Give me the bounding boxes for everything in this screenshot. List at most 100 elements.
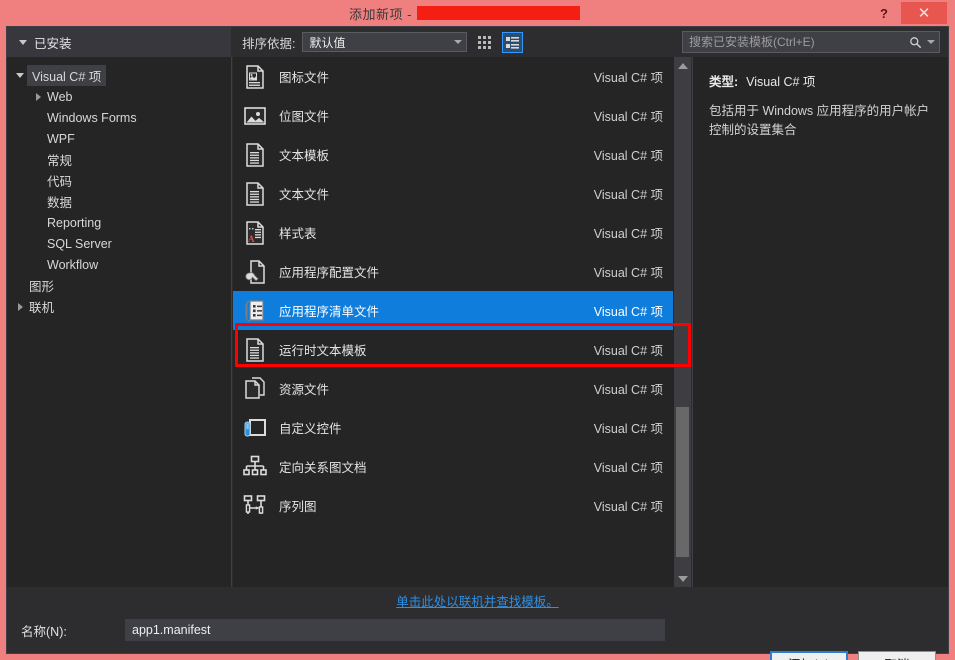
detail-type-value: Visual C# 项: [746, 75, 816, 89]
template-list-item[interactable]: 文本文件 Visual C# 项: [233, 174, 673, 213]
text-file-icon: [246, 181, 264, 206]
search-box[interactable]: [682, 31, 940, 53]
template-list-item[interactable]: 资源文件 Visual C# 项: [233, 369, 673, 408]
chevron-down-icon: [19, 39, 27, 45]
cancel-button[interactable]: 取消: [858, 650, 936, 660]
installed-header-label: 已安装: [34, 36, 72, 51]
scroll-up-button[interactable]: [674, 57, 691, 74]
template-item-name: 序列图: [279, 500, 317, 514]
template-item-category: Visual C# 项: [593, 461, 663, 475]
tree-node-1[interactable]: Web: [7, 86, 231, 107]
title-redaction-block: [416, 6, 580, 20]
tree-twisty-collapsed[interactable]: [31, 92, 45, 101]
chevron-down-icon: [454, 40, 463, 44]
tree-node-5[interactable]: 代码: [7, 170, 231, 191]
sort-by-value: 默认值: [309, 35, 346, 50]
tree-node-label: Reporting: [47, 215, 102, 230]
sort-area: 排序依据: 默认值: [232, 27, 682, 57]
template-list[interactable]: 图标文件 Visual C# 项 位图文件 Visual C# 项 文本模板 Visu…: [233, 57, 673, 587]
list-view-button[interactable]: [502, 31, 524, 53]
text-file-icon: [241, 180, 269, 208]
tree-node-7[interactable]: Reporting: [7, 212, 231, 233]
template-item-category: Visual C# 项: [593, 266, 663, 280]
tree-node-label: Visual C# 项: [27, 65, 107, 86]
search-input[interactable]: [689, 35, 905, 49]
chevron-down-icon: [677, 575, 688, 582]
template-item-category: Visual C# 项: [593, 227, 663, 241]
template-list-item[interactable]: 序列图 Visual C# 项: [233, 486, 673, 525]
sort-by-label: 排序依据:: [242, 36, 296, 51]
template-list-item[interactable]: 文本模板 Visual C# 项: [233, 135, 673, 174]
tree-node-label: SQL Server: [47, 236, 112, 251]
template-item-category: Visual C# 项: [593, 149, 663, 163]
resource-file-icon: [241, 375, 269, 403]
add-button[interactable]: 添加(A): [770, 650, 848, 660]
template-item-name: 样式表: [279, 227, 317, 241]
toolbar-row: 已安装 排序依据: 默认值: [7, 27, 948, 57]
detail-type-label: 类型:: [709, 75, 739, 89]
tree-node-label: Workflow: [47, 257, 99, 272]
template-item-category: Visual C# 项: [593, 344, 663, 358]
detail-type-row: 类型: Visual C# 项: [709, 71, 934, 90]
icon-file-icon: [241, 63, 269, 91]
name-field-label: 名称(N):: [21, 624, 67, 639]
runtime-text-template-icon: [241, 336, 269, 364]
template-list-item[interactable]: 位图文件 Visual C# 项: [233, 96, 673, 135]
tree-node-9[interactable]: Workflow: [7, 254, 231, 275]
chevron-down-icon[interactable]: [927, 40, 935, 44]
tree-twisty-collapsed[interactable]: [13, 302, 27, 311]
tree-node-label: 图形: [29, 280, 55, 294]
template-item-name: 定向关系图文档: [279, 461, 367, 475]
template-item-name: 自定义控件: [279, 422, 342, 436]
window-title-text: 添加新项 -: [349, 6, 412, 22]
tree-node-2[interactable]: Windows Forms: [7, 107, 231, 128]
grid-view-button[interactable]: [474, 32, 495, 53]
app-manifest-file-icon: [245, 299, 264, 321]
template-list-item[interactable]: 运行时文本模板 Visual C# 项: [233, 330, 673, 369]
template-item-name: 应用程序清单文件: [279, 305, 380, 319]
close-button[interactable]: ✕: [901, 2, 947, 24]
tree-node-0[interactable]: Visual C# 项: [7, 65, 231, 86]
find-templates-online-link[interactable]: 单击此处以联机并查找模板。: [396, 591, 559, 610]
category-tree[interactable]: Visual C# 项 Web Windows Forms WPF 常规代码数据 Repo…: [7, 57, 232, 587]
template-list-pane: 图标文件 Visual C# 项 位图文件 Visual C# 项 文本模板 Visu…: [233, 57, 691, 587]
tree-node-label: 代码: [47, 175, 73, 189]
template-list-item[interactable]: 自定义控件 Visual C# 项: [233, 408, 673, 447]
resource-file-icon: [245, 376, 265, 399]
detail-description: 包括用于 Windows 应用程序的用户帐户控制的设置集合: [709, 104, 930, 137]
app-config-file-icon: [245, 259, 265, 284]
template-item-category: Visual C# 项: [593, 383, 663, 397]
template-item-name: 资源文件: [279, 383, 330, 397]
help-button[interactable]: ?: [869, 2, 899, 24]
template-list-item[interactable]: 定向关系图文档 Visual C# 项: [233, 447, 673, 486]
template-item-name: 图标文件: [279, 71, 330, 85]
name-input[interactable]: [125, 619, 665, 641]
tree-twisty-expanded[interactable]: [13, 73, 27, 78]
template-list-item[interactable]: 图标文件 Visual C# 项: [233, 57, 673, 96]
template-item-name: 应用程序配置文件: [279, 266, 380, 280]
custom-control-icon: [244, 418, 266, 436]
template-list-item[interactable]: 应用程序配置文件 Visual C# 项: [233, 252, 673, 291]
template-item-name: 文本模板: [279, 149, 330, 163]
bitmap-file-icon: [244, 106, 266, 125]
scrollbar-thumb[interactable]: [676, 407, 689, 557]
template-list-scrollbar[interactable]: [674, 57, 691, 587]
scroll-down-button[interactable]: [674, 570, 691, 587]
tree-node-10[interactable]: 图形: [7, 275, 231, 296]
installed-header[interactable]: 已安装: [7, 27, 232, 57]
text-template-icon: [241, 141, 269, 169]
icon-file-icon: [246, 64, 264, 89]
tree-node-3[interactable]: WPF: [7, 128, 231, 149]
template-list-item[interactable]: 应用程序清单文件 Visual C# 项: [233, 291, 673, 330]
custom-control-icon: [241, 414, 269, 442]
tree-node-8[interactable]: SQL Server: [7, 233, 231, 254]
runtime-text-template-icon: [246, 337, 264, 362]
sort-by-dropdown[interactable]: 默认值: [302, 32, 468, 52]
tree-node-6[interactable]: 数据: [7, 191, 231, 212]
template-list-item[interactable]: A 样式表 Visual C# 项: [233, 213, 673, 252]
tree-node-4[interactable]: 常规: [7, 149, 231, 170]
tree-node-11[interactable]: 联机: [7, 296, 231, 317]
template-item-category: Visual C# 项: [593, 500, 663, 514]
stylesheet-icon: A: [246, 220, 264, 245]
template-item-category: Visual C# 项: [593, 71, 663, 85]
